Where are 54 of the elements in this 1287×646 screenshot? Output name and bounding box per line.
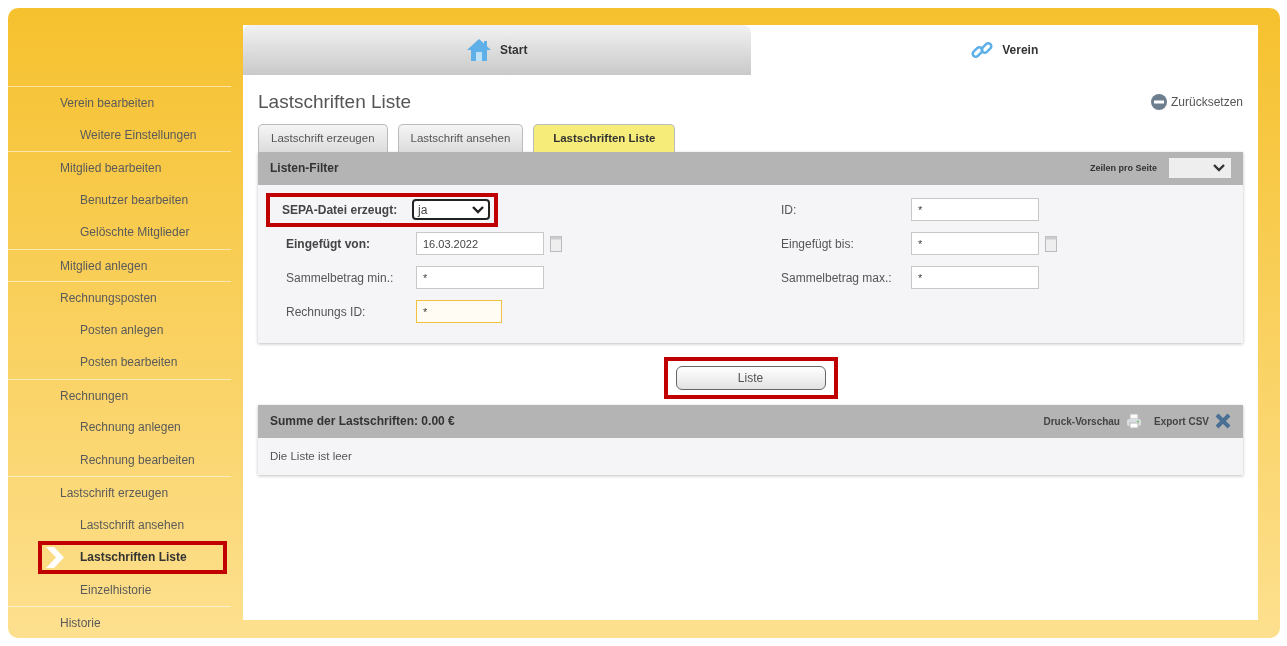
field-label: Sammelbetrag max.: <box>781 269 893 287</box>
field-label: Rechnungs ID: <box>286 303 367 321</box>
sidebar-item[interactable]: Rechnungsposten <box>8 281 231 314</box>
tab[interactable]: Lastschriften Liste <box>533 123 676 152</box>
print-preview-link[interactable]: Druck-Vorschau <box>1043 413 1120 429</box>
main-tab[interactable]: Start <box>243 25 751 75</box>
chevron-down-icon <box>472 205 484 214</box>
summary-text: Summe der Lastschriften: 0.00 € <box>270 413 455 431</box>
export-csv-link[interactable]: Export CSV <box>1154 413 1209 429</box>
sidebar-item[interactable]: Gelöschte Mitglieder <box>8 216 243 249</box>
input-field[interactable]: * <box>911 232 1039 256</box>
chevron-down-icon <box>1213 164 1225 173</box>
sidebar-item[interactable]: Rechnung anlegen <box>8 411 243 444</box>
field-label: ID: <box>781 201 798 219</box>
panel-title: Listen-Filter <box>270 160 339 178</box>
input-field[interactable]: * <box>416 300 502 324</box>
house-icon <box>466 38 493 62</box>
field-label: Eingefügt bis: <box>781 235 855 253</box>
minus-circle-icon <box>1150 94 1167 111</box>
empty-message: Die Liste ist leer <box>269 448 353 464</box>
page-title: Lastschriften Liste <box>258 91 412 114</box>
sidebar-item[interactable]: Rechnung bearbeiten <box>8 443 243 476</box>
field-label: SEPA-Datei erzeugt: <box>282 201 399 219</box>
select-field[interactable]: ja <box>412 199 490 221</box>
sidebar-item[interactable]: Mitglied bearbeiten <box>8 151 231 184</box>
x-icon[interactable] <box>1215 413 1231 430</box>
input-field[interactable]: * <box>911 198 1039 222</box>
input-field[interactable]: * <box>416 266 544 290</box>
list-button[interactable]: Liste <box>675 365 826 390</box>
sidebar-item[interactable]: Mitglied anlegen <box>8 248 231 281</box>
calendar-icon[interactable] <box>550 235 562 252</box>
rows-per-page-select[interactable] <box>1169 158 1231 179</box>
tab[interactable]: Lastschrift erzeugen <box>258 123 388 152</box>
rows-per-page-label: Zeilen pro Seite <box>1089 161 1157 175</box>
printer-icon[interactable] <box>1126 413 1142 430</box>
sidebar-item[interactable]: Lastschrift erzeugen <box>8 476 231 509</box>
sidebar-item[interactable]: Einzelhistorie <box>8 573 243 606</box>
sidebar-item[interactable]: Rechnungen <box>8 378 231 411</box>
input-field[interactable]: * <box>911 266 1039 290</box>
sidebar-item[interactable]: Lastschriften Liste <box>38 541 227 574</box>
sidebar-item[interactable]: Posten bearbeiten <box>8 346 243 379</box>
input-field[interactable]: 16.03.2022 <box>416 232 544 256</box>
sidebar-item[interactable]: Historie <box>8 606 231 639</box>
sidebar-item[interactable]: Benutzer bearbeiten <box>8 183 243 216</box>
sidebar-item[interactable]: Weitere Einstellungen <box>8 118 243 151</box>
field-label: Eingefügt von: <box>286 235 371 253</box>
sidebar-item[interactable]: Lastschrift ansehen <box>8 508 243 541</box>
chevron-icon <box>44 547 66 568</box>
reset-link[interactable]: Zurücksetzen <box>1150 93 1243 112</box>
tab[interactable]: Lastschrift ansehen <box>397 123 524 152</box>
sidebar-item[interactable]: Verein bearbeiten <box>8 86 231 119</box>
calendar-icon[interactable] <box>1045 235 1057 252</box>
field-label: Sammelbetrag min.: <box>286 269 395 287</box>
sidebar-item[interactable]: Posten anlegen <box>8 313 243 346</box>
